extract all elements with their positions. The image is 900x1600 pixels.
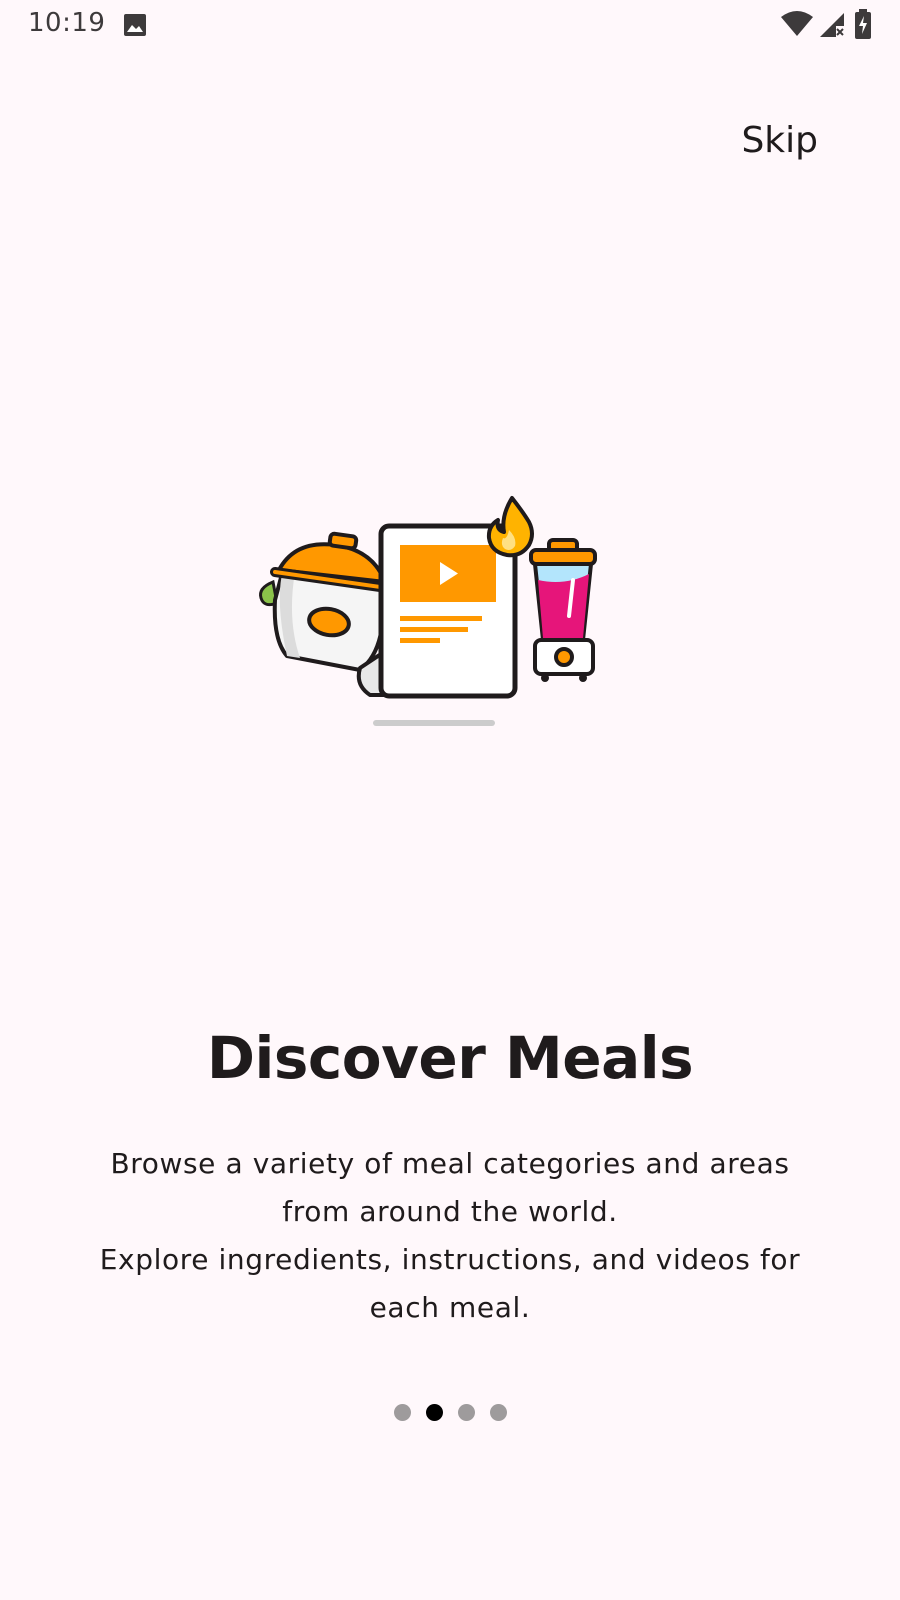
page-indicator-dot[interactable] (490, 1404, 507, 1421)
flame-icon (486, 496, 534, 558)
shadow-line (373, 720, 495, 726)
blender-icon (529, 538, 597, 682)
image-icon (124, 14, 146, 36)
onboarding-title: Discover Meals (206, 1024, 694, 1092)
page-indicator-dot[interactable] (394, 1404, 411, 1421)
meal-illustration (259, 496, 597, 726)
skip-button[interactable]: Skip (741, 116, 818, 165)
status-time: 10:19 (28, 8, 106, 38)
cooking-pot-icon (259, 531, 392, 672)
page-indicator-dot[interactable] (458, 1404, 475, 1421)
onboarding-description: Browse a variety of meal categories and … (70, 1140, 830, 1332)
description-line: from around the world. (282, 1195, 618, 1228)
page-indicator-dot[interactable] (426, 1404, 443, 1421)
status-bar: 10:19 (0, 0, 900, 50)
description-line: each meal. (369, 1291, 531, 1324)
battery-icon (855, 9, 871, 39)
wifi-icon (781, 11, 813, 36)
signal-icon (820, 13, 844, 37)
description-line: Explore ingredients, instructions, and v… (99, 1243, 801, 1276)
page-indicator (394, 1404, 507, 1422)
recipe-video-icon (356, 523, 518, 699)
description-line: Browse a variety of meal categories and … (110, 1147, 790, 1180)
